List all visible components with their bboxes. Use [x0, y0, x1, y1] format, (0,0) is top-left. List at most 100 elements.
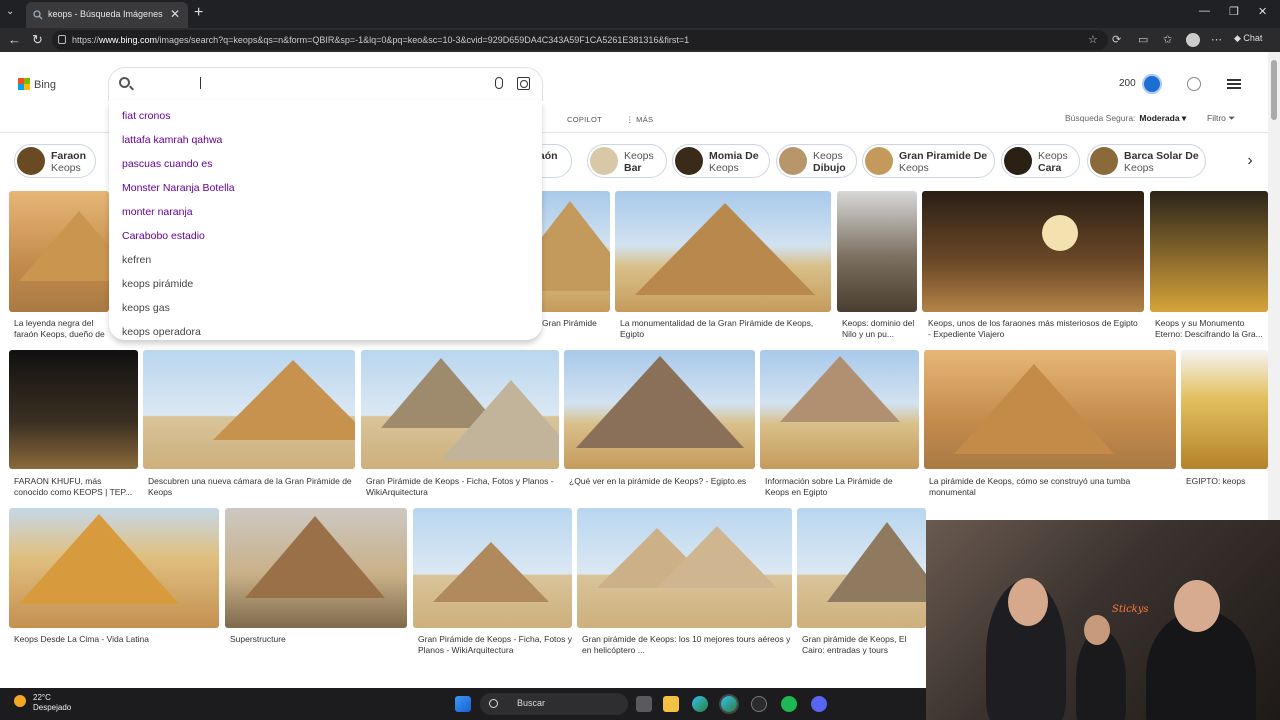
minimize-icon[interactable]: — — [1199, 5, 1210, 17]
task-view-icon[interactable] — [636, 696, 652, 712]
hamburger-menu-icon[interactable] — [1227, 79, 1241, 89]
new-tab-button[interactable]: + — [194, 4, 203, 22]
edge-active-icon[interactable] — [721, 696, 737, 712]
image-result[interactable] — [9, 508, 219, 628]
suggestion-item[interactable]: fiat cronos — [122, 104, 170, 128]
caption[interactable]: Información sobre La Pirámide de Keops e… — [765, 476, 915, 500]
file-explorer-icon[interactable] — [663, 696, 679, 712]
image-result[interactable] — [9, 191, 109, 312]
pill-thumbnail — [675, 147, 703, 175]
image-result[interactable] — [922, 191, 1144, 312]
account-icon[interactable] — [1187, 77, 1201, 91]
related-search-pill[interactable]: Barca Solar De Keops — [1087, 144, 1206, 178]
related-search-pill[interactable]: Momia De Keops — [672, 144, 770, 178]
caption[interactable]: La pirámide de Keops, cómo se construyó … — [929, 476, 1169, 500]
tab-list-chevron-icon[interactable]: ⌄ — [6, 6, 14, 17]
copilot-chat-button[interactable]: ◆ Chat — [1234, 33, 1262, 44]
back-icon[interactable]: ← — [8, 32, 21, 47]
profile-icon[interactable] — [1186, 33, 1200, 47]
image-result[interactable] — [924, 350, 1176, 469]
spotify-icon[interactable] — [781, 696, 797, 712]
image-result[interactable] — [760, 350, 919, 469]
more-menu-icon[interactable]: ⋯ — [1211, 33, 1222, 46]
caption[interactable]: Keops, unos de los faraones más misterio… — [928, 318, 1142, 342]
suggestion-item[interactable]: monter naranja — [122, 200, 193, 224]
suggestion-item[interactable]: keops pirámide — [122, 272, 193, 296]
image-result[interactable] — [225, 508, 407, 628]
image-result[interactable] — [615, 191, 831, 312]
caption[interactable]: La leyenda negra del faraón Keops, dueño… — [14, 318, 109, 342]
suggestion-item[interactable]: kefren — [122, 248, 151, 272]
image-result[interactable] — [9, 350, 138, 469]
image-result[interactable] — [1150, 191, 1268, 312]
taskbar-search[interactable]: Buscar — [480, 693, 628, 715]
favorite-star-icon[interactable]: ☆ — [1088, 33, 1098, 46]
tab-bing-images[interactable]: keops - Búsqueda Imágenes ✕ — [26, 2, 188, 28]
pills-next-chevron-icon[interactable]: › — [1238, 150, 1262, 174]
close-tab-icon[interactable]: ✕ — [170, 7, 180, 21]
split-screen-icon[interactable]: ▭ — [1138, 33, 1148, 46]
extensions-refresh-icon[interactable]: ⟳ — [1112, 33, 1121, 46]
clock-app-icon[interactable] — [751, 696, 767, 712]
image-result[interactable] — [577, 508, 792, 628]
address-bar[interactable]: https://www.bing.com/images/search?q=keo… — [52, 30, 1108, 50]
caption[interactable]: Gran pirámide de Keops, El Cairo: entrad… — [802, 634, 926, 658]
refresh-icon[interactable]: ↻ — [32, 32, 43, 48]
browser-tab-bar: ⌄ keops - Búsqueda Imágenes ✕ + — ❐ ✕ — [0, 0, 1280, 28]
caption[interactable]: Gran Pirámide de Keops - Ficha, Fotos y … — [366, 476, 561, 500]
image-result[interactable] — [143, 350, 355, 469]
pill-line-1: Barca Solar De — [1124, 150, 1199, 162]
caption[interactable]: Superstructure — [230, 634, 405, 646]
microsoft-logo-icon — [18, 78, 30, 90]
caption[interactable]: Gran pirámide de Keops: los 10 mejores t… — [582, 634, 792, 658]
image-result[interactable] — [837, 191, 917, 312]
caption[interactable]: Keops y su Monumento Eterno: Descifrando… — [1155, 318, 1265, 342]
pill-line-1: Gran Piramide De — [899, 150, 988, 162]
filter-button[interactable]: Filtro ⏷ — [1207, 113, 1235, 124]
maximize-icon[interactable]: ❐ — [1229, 5, 1239, 18]
image-result[interactable] — [797, 508, 926, 628]
suggestion-item[interactable]: pascuas cuando es — [122, 152, 212, 176]
image-result[interactable] — [540, 191, 610, 312]
suggestion-item[interactable]: Carabobo estadio — [122, 224, 205, 248]
related-search-pill[interactable]: Gran Piramide De Keops — [862, 144, 995, 178]
suggestion-item[interactable]: keops gas — [122, 296, 170, 320]
visual-search-icon[interactable] — [517, 77, 530, 90]
caption[interactable]: Keops: dominio del Nilo y un pu... — [842, 318, 920, 342]
image-result[interactable] — [564, 350, 755, 469]
scope-more[interactable]: ⋮ MÁS — [626, 115, 653, 124]
related-search-pill[interactable]: Keops Cara — [1001, 144, 1080, 178]
caption[interactable]: Keops Desde La Cima - Vida Latina — [14, 634, 214, 646]
caption[interactable]: Gran Pirámide — [542, 318, 610, 330]
discord-icon[interactable] — [811, 696, 827, 712]
search-input[interactable] — [139, 74, 479, 94]
search-box[interactable] — [109, 68, 542, 100]
bing-logo[interactable]: Bing — [18, 78, 56, 91]
suggestion-item[interactable]: Monster Naranja Botella — [122, 176, 235, 200]
caption[interactable]: La monumentalidad de la Gran Pirámide de… — [620, 318, 830, 342]
image-result[interactable] — [361, 350, 559, 469]
related-search-pill[interactable]: Faraon Keops — [14, 144, 96, 178]
safesearch[interactable]: Búsqueda Segura: Moderada ▾ — [1065, 113, 1186, 124]
related-search-pill[interactable]: Keops Bar — [587, 144, 667, 178]
scope-copilot[interactable]: COPILOT — [567, 115, 602, 124]
suggestion-item[interactable]: lattafa kamrah qahwa — [122, 128, 222, 152]
rewards-points[interactable]: 200 — [1119, 78, 1136, 89]
favorites-icon[interactable]: ✩ — [1163, 33, 1172, 46]
pill-line-2: Bar — [624, 162, 642, 174]
rewards-medal-icon[interactable] — [1142, 74, 1162, 94]
windows-start-icon[interactable] — [455, 696, 471, 712]
microphone-icon[interactable] — [495, 77, 503, 89]
edge-icon[interactable] — [692, 696, 708, 712]
related-search-pill[interactable]: Keops Dibujo — [776, 144, 857, 178]
suggestion-item[interactable]: keops operadora — [122, 320, 201, 344]
image-result[interactable] — [1181, 350, 1268, 469]
scrollbar-thumb[interactable] — [1271, 60, 1277, 120]
close-window-icon[interactable]: ✕ — [1258, 5, 1267, 18]
caption[interactable]: Gran Pirámide de Keops - Ficha, Fotos y … — [418, 634, 573, 658]
caption[interactable]: Descubren una nueva cámara de la Gran Pi… — [148, 476, 353, 500]
image-result[interactable] — [413, 508, 572, 628]
caption[interactable]: EGIPTO: keops — [1186, 476, 1266, 488]
caption[interactable]: FARAON KHUFU, más conocido como KEOPS | … — [14, 476, 134, 500]
caption[interactable]: ¿Qué ver en la pirámide de Keops? - Egip… — [569, 476, 759, 488]
